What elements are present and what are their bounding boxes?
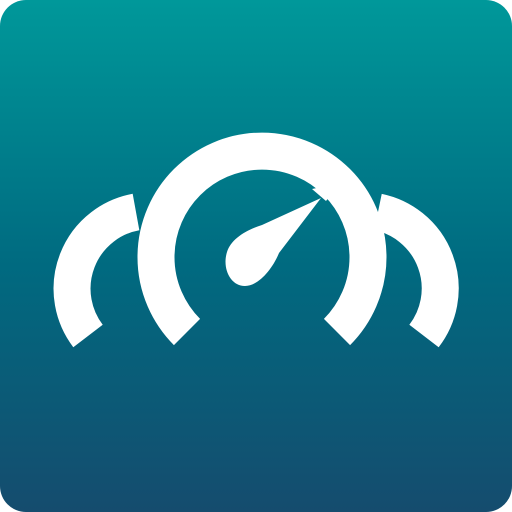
right-outer-arc <box>373 193 459 348</box>
app-icon-tile <box>0 0 512 512</box>
speedometer-gauge-icon <box>53 132 459 348</box>
left-outer-arc <box>53 193 141 348</box>
speedometer-needle <box>225 198 321 286</box>
